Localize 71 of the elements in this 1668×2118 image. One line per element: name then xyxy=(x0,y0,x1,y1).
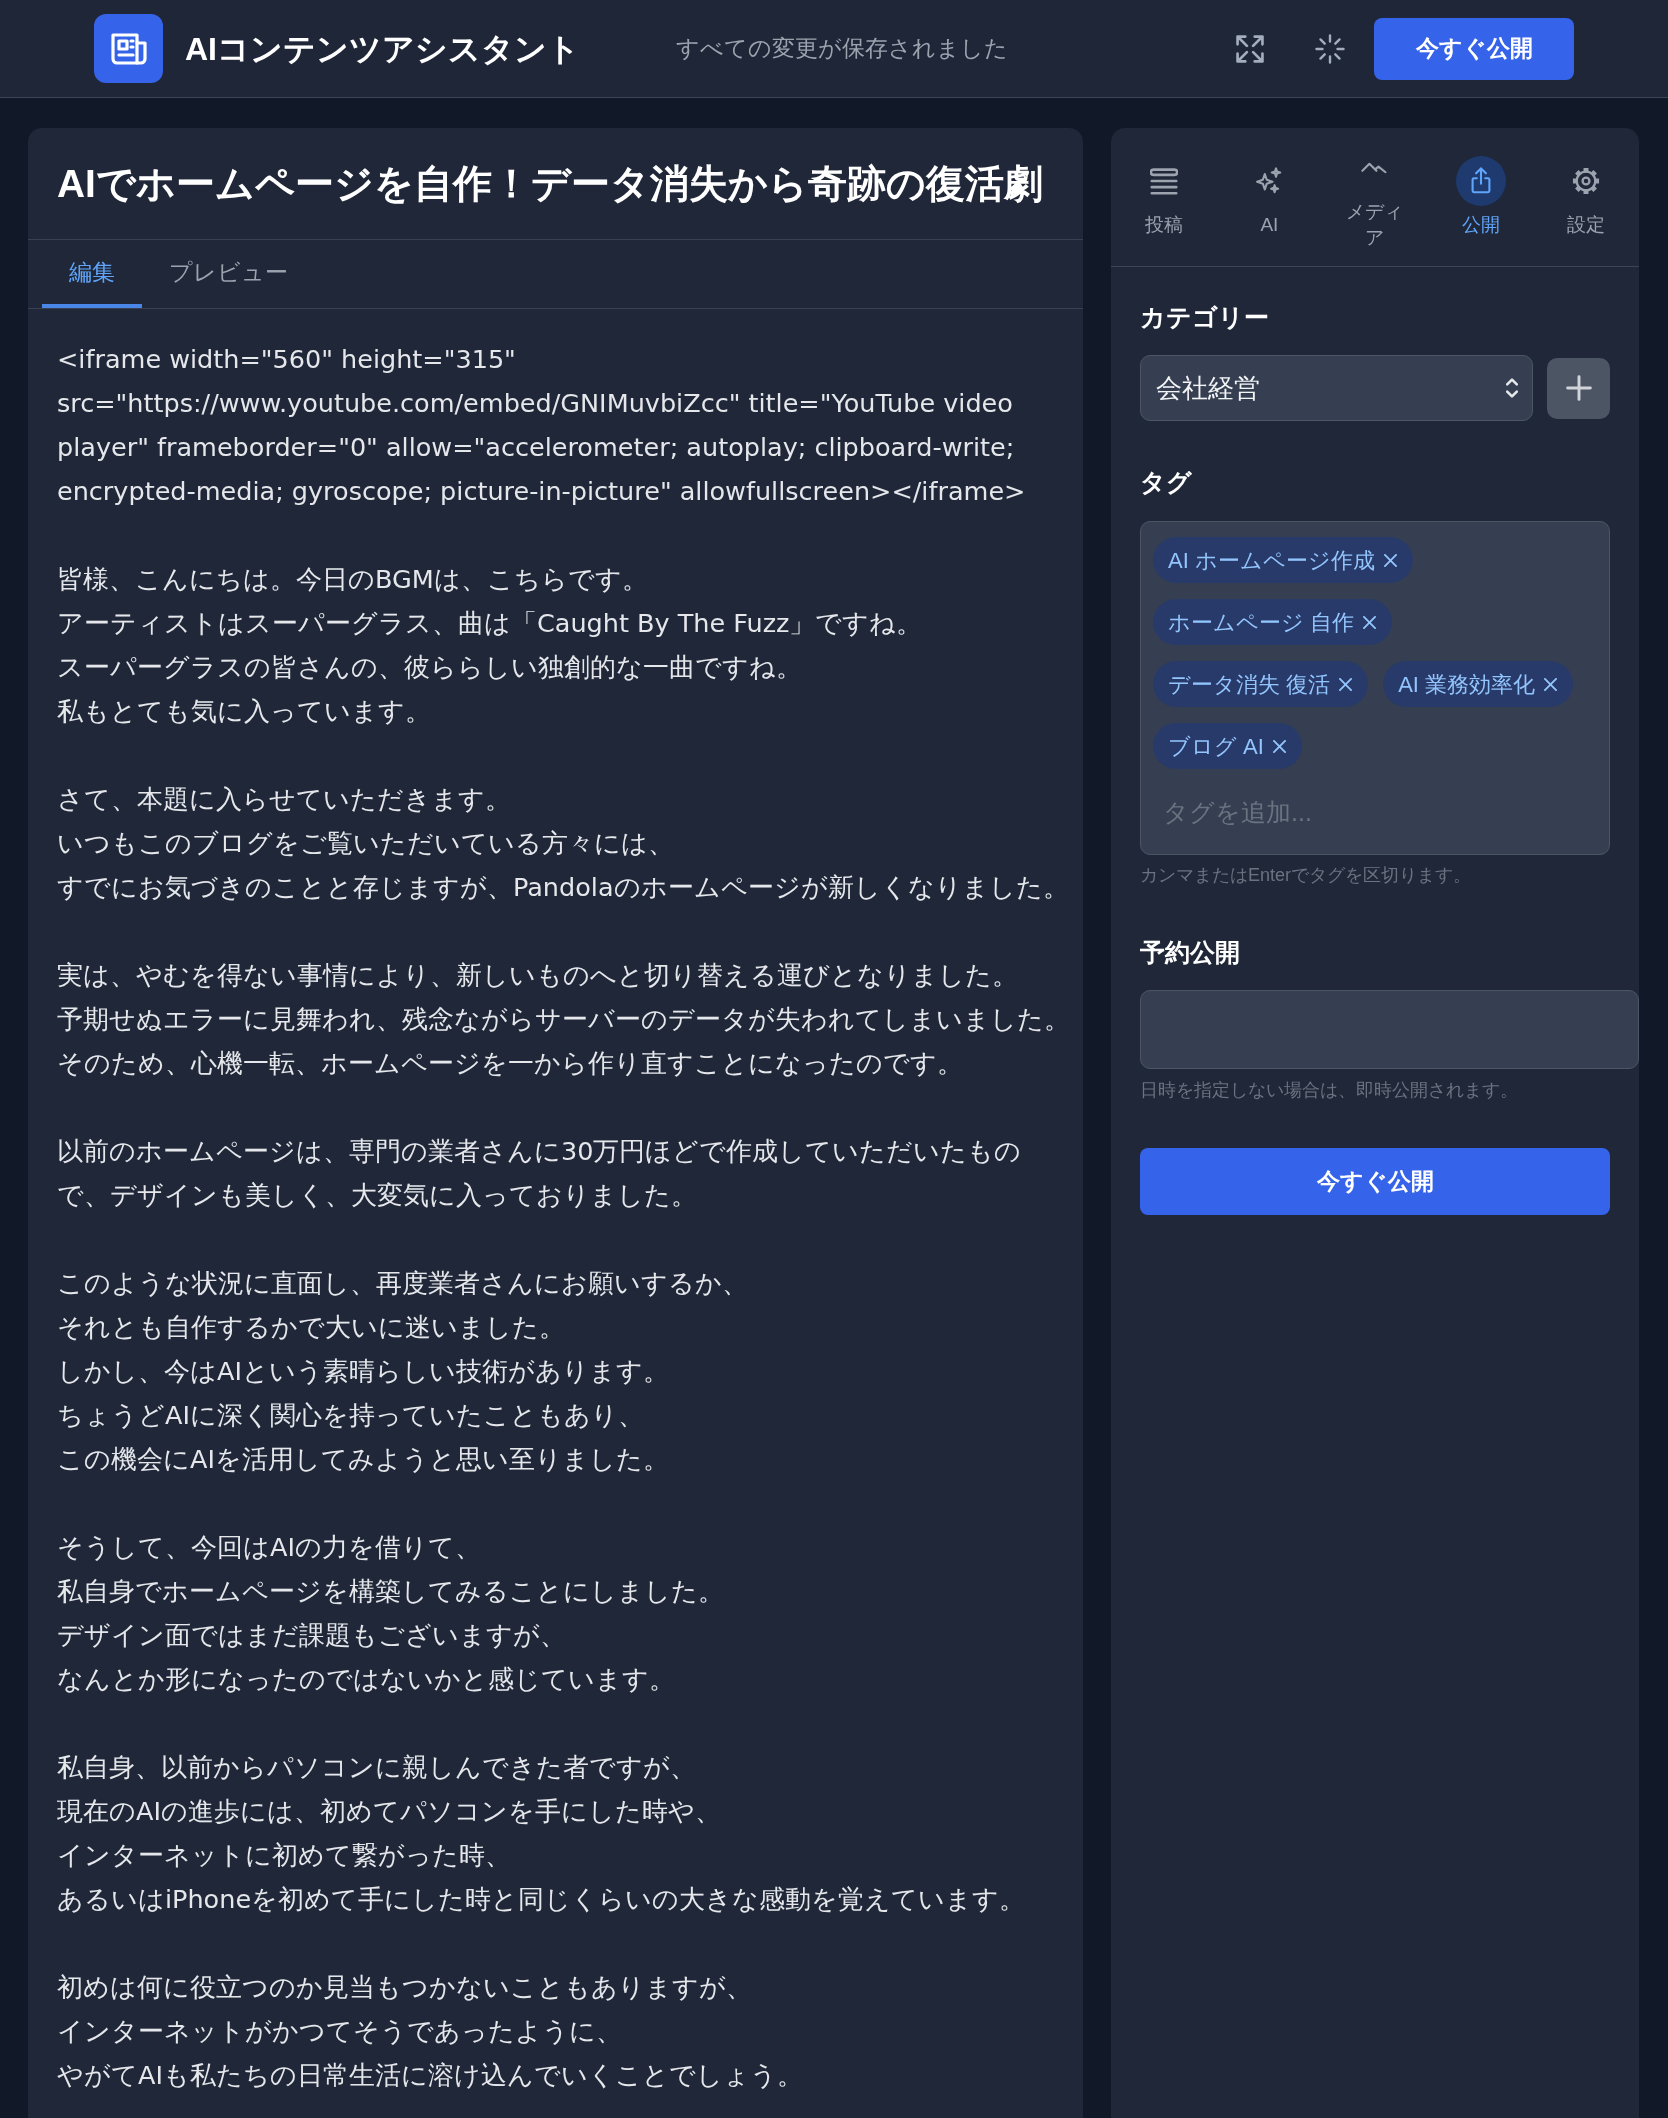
editor-tab[interactable]: プレビュー xyxy=(142,240,315,308)
plus-icon xyxy=(1565,375,1592,401)
spinner-icon xyxy=(1315,33,1345,64)
sidebar-tab[interactable]: 設定 xyxy=(1533,128,1639,266)
sidebar-tab[interactable]: 公開 xyxy=(1427,128,1534,266)
schedule-field[interactable] xyxy=(1140,990,1639,1069)
text-line: この機会にAIを活用してみようと思い至りました。 xyxy=(57,1443,669,1476)
tag-text: AI ホームページ作成 xyxy=(1168,546,1375,575)
tags-label: タグ xyxy=(1140,467,1192,498)
text-line: このような状況に直面し、再度業者さんにお願いするか、 xyxy=(57,1267,748,1300)
schedule-label: 予約公開 xyxy=(1140,937,1240,968)
tag-text: データ消失 復活 xyxy=(1168,670,1331,699)
lines-icon xyxy=(1149,167,1178,195)
tag-text: ホームページ 自作 xyxy=(1168,608,1355,637)
app-title: AIコンテンツアシスタント xyxy=(185,29,580,69)
text-line: やがてAIも私たちの日常生活に溶け込んでいくことでしょう。 xyxy=(57,2059,803,2092)
sparkle-icon xyxy=(1255,167,1284,195)
text-line: ちょうどAIに深く関心を持っていたこともあり、 xyxy=(57,1399,644,1432)
text-line: しかし、今はAIという素晴らしい技術があります。 xyxy=(57,1355,669,1388)
text-line: 初めは何に役立つのか見当もつかないこともありますが、 xyxy=(57,1971,752,2004)
text-line: アーティストはスーパーグラス、曲は「Caught By The Fuzz」ですね。 xyxy=(57,607,923,640)
text-line: インターネットに初めて繋がった時、 xyxy=(57,1839,511,1872)
text-line: 私もとても気に入っています。 xyxy=(57,695,431,728)
text-line: player" frameborder="0" allow="accelerometer; autoplay; clipboard-write; xyxy=(57,431,1015,464)
text-line: 予期せぬエラーに見舞われ、残念ながらサーバーのデータが失われてしまいました。 xyxy=(57,1003,1070,1036)
save-status: すべての変更が保存されました xyxy=(676,34,1008,64)
text-line: src="https://www.youtube.com/embed/GNIMuvbiZcc" title="YouTube video xyxy=(57,387,1013,420)
expand-icon[interactable] xyxy=(1236,34,1264,63)
sidebar-tab[interactable]: メディア xyxy=(1322,128,1428,266)
text-line: 実は、やむを得ない事情により、新しいものへと切り替える運びとなりました。 xyxy=(57,959,1018,992)
text-line: いつもこのブログをご覧いただいている方々には、 xyxy=(57,827,674,860)
post-title: AIでホームページを自作！データ消失から奇跡の復活劇 xyxy=(57,160,1043,207)
text-line: なんとか形になったのではないかと感じています。 xyxy=(57,1663,675,1696)
text-line: そうして、今回はAIの力を借りて、 xyxy=(57,1531,481,1564)
close-icon[interactable] xyxy=(1363,615,1377,629)
category-select[interactable]: 会社経営 xyxy=(1140,355,1533,421)
share-icon xyxy=(1455,156,1506,206)
text-line: で、デザインも美しく、大変気に入っておりました。 xyxy=(57,1179,697,1212)
text-line: 私自身でホームページを構築してみることにしました。 xyxy=(57,1575,724,1608)
gear-icon xyxy=(1572,167,1601,195)
text-line: 私自身、以前からパソコンに親しんできた者ですが、 xyxy=(57,1751,696,1784)
close-icon[interactable] xyxy=(1544,677,1558,691)
tag-text: AI 業務効率化 xyxy=(1398,670,1536,699)
publish-button[interactable]: 今すぐ公開 xyxy=(1374,17,1574,80)
text-line: 以前のホームページは、専門の業者さんに30万円ほどで作成していただいたもの xyxy=(57,1135,1022,1168)
editor-tab[interactable]: 編集 xyxy=(42,240,142,308)
chevron-updown-icon xyxy=(1506,378,1518,398)
tag-text: ブログ AI xyxy=(1168,732,1264,761)
text-line: デザイン面ではまだ課題もございますが、 xyxy=(57,1619,566,1652)
text-line: encrypted-media; gyroscope; picture-in-picture" allowfullscreen></iframe> xyxy=(57,475,1026,508)
text-line: さて、本題に入らせていただきます。 xyxy=(57,783,511,816)
sidebar-tab[interactable]: 投稿 xyxy=(1111,128,1217,266)
close-icon[interactable] xyxy=(1339,677,1353,691)
schedule-hint: 日時を指定しない場合は、即時公開されます。 xyxy=(1140,1079,1518,1102)
close-icon[interactable] xyxy=(1383,553,1397,567)
sidebar-tab[interactable]: AI xyxy=(1216,128,1323,266)
text-line: <iframe width="560" height="315" xyxy=(57,343,516,376)
tags-hint: カンマまたはEnterでタグを区切ります。 xyxy=(1140,864,1472,887)
text-line: すでにお気づきのことと存じますが、Pandolaのホームページが新しくなりました。 xyxy=(57,871,1069,904)
text-line: 現在のAIの進歩には、初めてパソコンを手にした時や、 xyxy=(57,1795,721,1828)
text-line: そのため、心機一転、ホームページを一から作り直すことになったのです。 xyxy=(57,1047,963,1080)
text-line: あるいはiPhoneを初めて手にした時と同じくらいの大きな感動を覚えています。 xyxy=(57,1883,1026,1916)
newspaper-icon xyxy=(94,14,163,83)
close-icon[interactable] xyxy=(1272,739,1286,753)
text-line: インターネットがかつてそうであったように、 xyxy=(57,2015,622,2048)
text-line: 皆様、こんにちは。今日のBGMは、こちらです。 xyxy=(57,563,648,596)
text-line: スーパーグラスの皆さんの、彼ららしい独創的な一曲ですね。 xyxy=(57,651,802,684)
category-label: カテゴリー xyxy=(1140,302,1269,333)
text-line: それとも自作するかで大いに迷いました。 xyxy=(57,1311,565,1344)
publish-button[interactable]: 今すぐ公開 xyxy=(1140,1148,1610,1215)
add-category-button[interactable] xyxy=(1547,357,1610,419)
